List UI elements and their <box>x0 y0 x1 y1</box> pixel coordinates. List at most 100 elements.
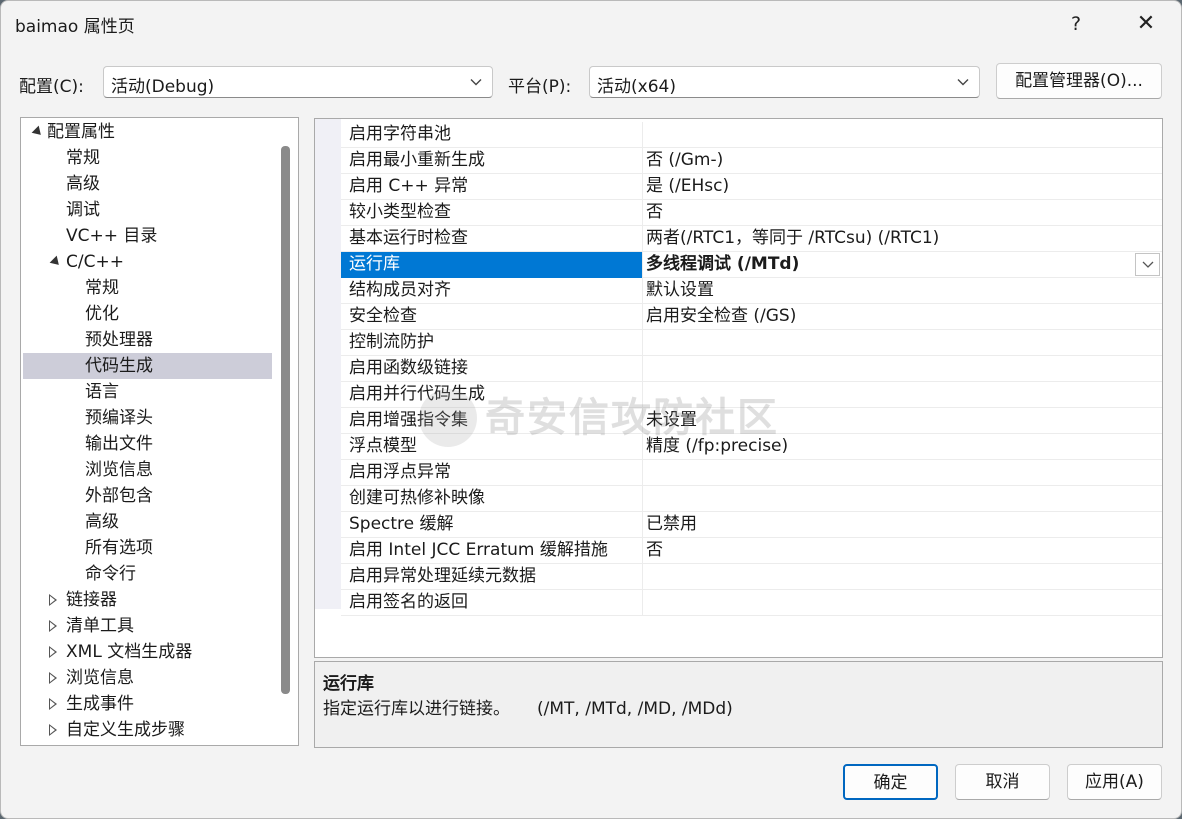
column-divider <box>642 278 643 304</box>
tree-item[interactable]: 代码生成 <box>85 353 153 379</box>
property-value: 否 (/Gm-) <box>646 148 723 173</box>
tree-item[interactable]: 命令行 <box>85 561 136 587</box>
tree-item[interactable]: 自定义生成步骤 <box>66 717 185 743</box>
collapsed-arrow-icon[interactable] <box>49 594 57 606</box>
tree-item[interactable]: 输出文件 <box>85 431 153 457</box>
configuration-manager-button[interactable]: 配置管理器(O)... <box>996 63 1162 99</box>
column-divider <box>642 356 643 382</box>
tree-item[interactable]: 常规 <box>85 275 119 301</box>
tree-item[interactable]: 优化 <box>85 301 119 327</box>
cancel-button[interactable]: 取消 <box>955 764 1050 800</box>
column-divider <box>642 512 643 538</box>
tree-item[interactable]: 浏览信息 <box>85 457 153 483</box>
collapsed-arrow-inner <box>50 648 55 656</box>
close-button[interactable]: ✕ <box>1124 7 1168 41</box>
tree-item[interactable]: 链接器 <box>66 587 117 613</box>
tree-item[interactable]: 高级 <box>66 171 100 197</box>
property-row[interactable]: 启用签名的返回 <box>341 590 1162 616</box>
apply-button[interactable]: 应用(A) <box>1067 764 1162 800</box>
property-value: 默认设置 <box>646 278 714 303</box>
collapsed-arrow-icon[interactable] <box>49 620 57 632</box>
window-title: baimao 属性页 <box>15 12 135 37</box>
column-divider <box>642 564 643 590</box>
property-row[interactable]: 启用字符串池 <box>341 122 1162 148</box>
collapsed-arrow-icon[interactable] <box>49 646 57 658</box>
ok-button[interactable]: 确定 <box>843 764 938 800</box>
property-name: 启用 Intel JCC Erratum 缓解措施 <box>349 538 608 563</box>
tree-item[interactable]: XML 文档生成器 <box>66 639 192 665</box>
tree-item[interactable]: 常规 <box>66 145 100 171</box>
tree-item[interactable]: 调试 <box>66 197 100 223</box>
watermark-logo-icon <box>419 389 477 447</box>
property-name: 基本运行时检查 <box>349 226 468 251</box>
collapsed-arrow-icon[interactable] <box>49 724 57 736</box>
property-row[interactable]: 较小类型检查否 <box>341 200 1162 226</box>
property-name: 启用字符串池 <box>349 122 451 147</box>
property-name: 启用异常处理延续元数据 <box>349 564 536 589</box>
column-divider <box>642 330 643 356</box>
value-dropdown-button[interactable] <box>1135 253 1160 276</box>
property-row[interactable]: 安全检查启用安全检查 (/GS) <box>341 304 1162 330</box>
watermark: 奇安信攻防社区 <box>485 385 779 443</box>
expanded-arrow-icon[interactable] <box>50 256 63 269</box>
tree-item[interactable]: C/C++ <box>66 249 124 275</box>
category-tree: 配置属性常规高级调试VC++ 目录C/C++常规优化预处理器代码生成语言预编译头… <box>20 117 299 746</box>
property-name: 控制流防护 <box>349 330 434 355</box>
tree-item[interactable]: 清单工具 <box>66 613 134 639</box>
tree-item[interactable]: 预处理器 <box>85 327 153 353</box>
property-row[interactable]: 启用 C++ 异常是 (/EHsc) <box>341 174 1162 200</box>
property-name: 浮点模型 <box>349 434 417 459</box>
platform-label: 平台(P): <box>508 72 571 97</box>
column-divider <box>642 226 643 252</box>
property-name: 结构成员对齐 <box>349 278 451 303</box>
property-row[interactable]: 运行库 多线程调试 (/MTd) <box>341 252 1162 278</box>
expanded-arrow-icon[interactable] <box>32 126 45 139</box>
chevron-down-icon <box>1142 260 1154 270</box>
collapsed-arrow-inner <box>50 596 55 604</box>
tree-item[interactable]: 所有选项 <box>85 535 153 561</box>
property-name: 启用浮点异常 <box>349 460 451 485</box>
title-bar: baimao 属性页 ? ✕ <box>1 1 1181 47</box>
platform-dropdown[interactable]: 活动(x64) <box>589 66 980 98</box>
configuration-label: 配置(C): <box>19 72 84 97</box>
tree-item[interactable]: 高级 <box>85 509 119 535</box>
property-row[interactable]: 创建可热修补映像 <box>341 486 1162 512</box>
collapsed-arrow-inner <box>50 726 55 734</box>
property-row[interactable]: 基本运行时检查 两者(/RTC1，等同于 /RTCsu) (/RTC1) <box>341 226 1162 252</box>
tree-item[interactable]: 预编译头 <box>85 405 153 431</box>
property-name: 创建可热修补映像 <box>349 486 485 511</box>
property-name: 运行库 <box>349 252 400 277</box>
property-name: 安全检查 <box>349 304 417 329</box>
property-row[interactable]: 启用最小重新生成 否 (/Gm-) <box>341 148 1162 174</box>
property-name: 启用最小重新生成 <box>349 148 485 173</box>
column-divider <box>642 590 643 616</box>
property-value: 两者(/RTC1，等同于 /RTCsu) (/RTC1) <box>646 226 939 251</box>
help-button[interactable]: ? <box>1054 7 1098 41</box>
tree-item[interactable]: 浏览信息 <box>66 665 134 691</box>
configuration-dropdown[interactable]: 活动(Debug) <box>103 66 493 98</box>
property-row[interactable]: 结构成员对齐 默认设置 <box>341 278 1162 304</box>
collapsed-arrow-inner <box>50 700 55 708</box>
tree-item[interactable]: 语言 <box>85 379 119 405</box>
chevron-down-icon <box>956 75 970 89</box>
property-value: 否 <box>646 538 663 563</box>
chevron-down-icon <box>469 75 483 89</box>
tree-item[interactable]: 配置属性 <box>47 119 115 145</box>
property-row[interactable]: 启用浮点异常 <box>341 460 1162 486</box>
tree-item[interactable]: VC++ 目录 <box>66 223 157 249</box>
column-divider <box>642 148 643 174</box>
tree-item[interactable]: 外部包含 <box>85 483 153 509</box>
description-text: 指定运行库以进行链接。 (/MT, /MTd, /MD, /MDd) <box>323 694 733 719</box>
tree-scrollbar[interactable] <box>281 146 290 694</box>
tree-item[interactable]: 生成事件 <box>66 691 134 717</box>
property-value[interactable]: 多线程调试 (/MTd) <box>646 252 799 277</box>
collapsed-arrow-icon[interactable] <box>49 672 57 684</box>
property-row[interactable]: 控制流防护 <box>341 330 1162 356</box>
property-name: 启用函数级链接 <box>349 356 468 381</box>
property-row[interactable]: Spectre 缓解已禁用 <box>341 512 1162 538</box>
property-row[interactable]: 启用函数级链接 <box>341 356 1162 382</box>
property-row[interactable]: 启用 Intel JCC Erratum 缓解措施 否 <box>341 538 1162 564</box>
collapsed-arrow-icon[interactable] <box>49 698 57 710</box>
collapsed-arrow-inner <box>50 674 55 682</box>
property-row[interactable]: 启用异常处理延续元数据 <box>341 564 1162 590</box>
